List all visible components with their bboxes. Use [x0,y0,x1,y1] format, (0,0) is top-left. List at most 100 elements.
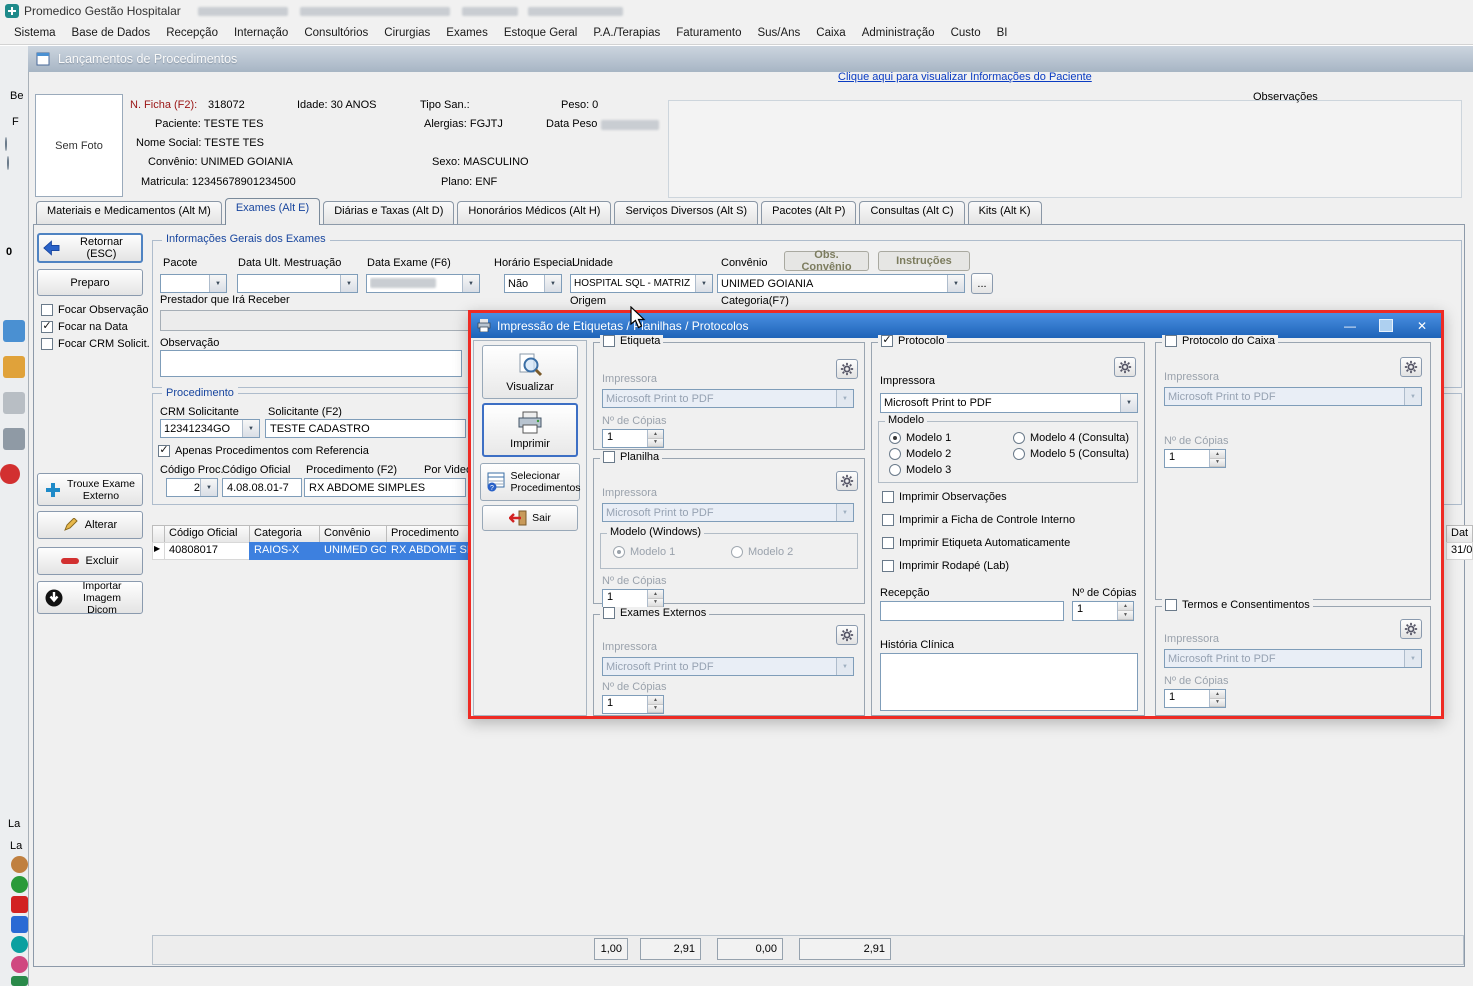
spinner-buttons[interactable]: ▲▼ [1117,602,1133,620]
tab-exames[interactable]: Exames (Alt E) [225,198,320,225]
tab-consultas[interactable]: Consultas (Alt C) [859,201,964,225]
data-ult-select[interactable]: ▼ [237,274,358,293]
imprimir-button[interactable]: Imprimir [482,403,578,457]
col-header-procedimento[interactable]: Procedimento [386,525,470,543]
visualizar-button[interactable]: Visualizar [482,345,578,399]
historia-clinica-textarea[interactable] [880,653,1138,711]
recepcao-input[interactable] [880,601,1064,621]
status-green-icon[interactable] [11,876,28,893]
imprimir-ficha-checkbox[interactable]: Imprimir a Ficha de Controle Interno [882,514,1075,526]
protocolo-copies-stepper[interactable]: 1 ▲▼ [1072,601,1134,621]
col-header-convenio[interactable]: Convênio [319,525,387,543]
trouxe-exame-button[interactable]: Trouxe Exame Externo [37,473,143,506]
data-exame-select[interactable]: ▼ [366,274,480,293]
clipped-radio[interactable] [5,137,7,151]
alterar-button[interactable]: Alterar [37,511,143,539]
clipped-radio[interactable] [7,156,9,170]
imprimir-observacoes-checkbox[interactable]: Imprimir Observações [882,491,1007,503]
codigo-proc-select[interactable]: 2▼ [166,478,218,497]
protocolo-caixa-checkbox[interactable] [1165,335,1177,347]
procedimento-input[interactable]: RX ABDOME SIMPLES [304,478,466,497]
profile-icon[interactable] [11,956,28,973]
obs-convenio-button[interactable]: Obs. Convênio [784,251,869,271]
excluir-button[interactable]: Excluir [37,547,143,575]
spinner-buttons[interactable]: ▲▼ [647,430,663,447]
stop-icon[interactable] [0,464,20,484]
focar-na-data-checkbox[interactable]: Focar na Data [41,321,128,333]
spinner-buttons[interactable]: ▲▼ [1209,450,1225,467]
protocolo-checkbox-checked[interactable] [881,335,893,347]
menu-item-sus-ans[interactable]: Sus/Ans [749,24,808,42]
menu-item-base-de-dados[interactable]: Base de Dados [64,24,159,42]
spinner-buttons[interactable]: ▲▼ [647,696,663,713]
observacoes-area[interactable] [668,100,1462,198]
planilha-printer-settings-button[interactable] [836,471,858,491]
planilha-modelo2-radio[interactable]: Modelo 2 [731,546,793,558]
menu-item-custo[interactable]: Custo [943,24,989,42]
observacao-input[interactable] [160,350,462,377]
protocolo-caixa-printer-settings-button[interactable] [1400,357,1422,377]
imprimir-etiqueta-checkbox[interactable]: Imprimir Etiqueta Automaticamente [882,537,1070,549]
table-row-cell-data[interactable]: 31/0 [1446,542,1473,560]
solicitante-input[interactable]: TESTE CADASTRO [265,419,466,438]
patient-info-link[interactable]: Clique aqui para visualizar Informações … [838,71,1092,83]
instrucoes-button[interactable]: Instruções [878,251,970,271]
convenio-select[interactable]: UNIMED GOIANIA▼ [717,274,965,293]
protocolo-printer-select[interactable]: Microsoft Print to PDF▼ [880,393,1138,413]
codigo-oficial-input[interactable]: 4.08.08.01-7 [222,478,302,497]
printer-icon[interactable] [3,428,25,450]
add-icon[interactable] [3,320,25,342]
termos-copies-stepper[interactable]: 1 ▲▼ [1164,689,1226,708]
focar-crm-checkbox[interactable]: Focar CRM Solicit. [41,338,150,350]
retornar-button[interactable]: Retornar (ESC) [37,233,143,263]
etiqueta-copies-stepper[interactable]: 1 ▲▼ [602,429,664,448]
close-button[interactable]: ✕ [1407,316,1437,335]
protocolo-group-header[interactable]: Protocolo [878,335,947,347]
etiqueta-printer-settings-button[interactable] [836,359,858,379]
minimize-button[interactable]: — [1335,316,1365,335]
exames-externos-checkbox[interactable] [603,607,615,619]
menu-item-pa-terapias[interactable]: P.A./Terapias [585,24,668,42]
menu-item-exames[interactable]: Exames [438,24,496,42]
menu-item-sistema[interactable]: Sistema [6,24,64,42]
etiqueta-checkbox[interactable] [603,335,615,347]
termos-checkbox[interactable] [1165,599,1177,611]
pencil-icon[interactable] [3,356,25,378]
tab-kits[interactable]: Kits (Alt K) [968,201,1042,225]
imprimir-rodape-checkbox[interactable]: Imprimir Rodapé (Lab) [882,560,1009,572]
planilha-copies-stepper[interactable]: 1 ▲▼ [602,589,664,608]
menu-item-caixa[interactable]: Caixa [808,24,853,42]
table-row-cell-categoria[interactable]: RAIOS-X [249,542,320,560]
finance-icon[interactable] [11,976,28,986]
menu-item-estoque-geral[interactable]: Estoque Geral [496,24,586,42]
protocolo-caixa-group-header[interactable]: Protocolo do Caixa [1162,335,1278,347]
sair-button[interactable]: Sair [482,505,578,531]
menu-item-bi[interactable]: BI [989,24,1016,42]
protocolo-caixa-copies-stepper[interactable]: 1 ▲▼ [1164,449,1226,468]
etiqueta-group-header[interactable]: Etiqueta [600,335,663,347]
planilha-modelo1-radio[interactable]: Modelo 1 [613,546,675,558]
planilha-checkbox[interactable] [603,451,615,463]
exames-externos-group-header[interactable]: Exames Externos [600,607,709,619]
protocolo-modelo5-radio[interactable]: Modelo 5 (Consulta) [1013,448,1129,460]
preparo-button[interactable]: Preparo [37,269,143,296]
menu-item-faturamento[interactable]: Faturamento [668,24,749,42]
menu-item-recepcao[interactable]: Recepção [158,24,226,42]
protocolo-modelo4-radio[interactable]: Modelo 4 (Consulta) [1013,432,1129,444]
protocolo-printer-settings-button[interactable] [1114,357,1136,377]
col-header-data[interactable]: Dat [1446,525,1473,543]
table-row-cell-codigo[interactable]: 40808017 [164,542,250,560]
menu-item-consultorios[interactable]: Consultórios [296,24,376,42]
tab-materiais[interactable]: Materiais e Medicamentos (Alt M) [36,201,222,225]
maximize-button[interactable] [1371,316,1401,335]
crm-solicitante-select[interactable]: 12341234GO▼ [160,419,260,438]
tab-servicos[interactable]: Serviços Diversos (Alt S) [614,201,758,225]
horario-especial-select[interactable]: Não▼ [504,274,562,293]
people-icon[interactable] [11,856,28,873]
protocolo-modelo1-radio[interactable]: Modelo 1 [889,432,951,444]
emergency-cross-icon[interactable] [11,896,28,913]
tab-diarias[interactable]: Diárias e Taxas (Alt D) [323,201,454,225]
convenio-more-button[interactable]: ... [971,273,993,294]
termos-group-header[interactable]: Termos e Consentimentos [1162,599,1313,611]
menu-item-cirurgias[interactable]: Cirurgias [376,24,438,42]
